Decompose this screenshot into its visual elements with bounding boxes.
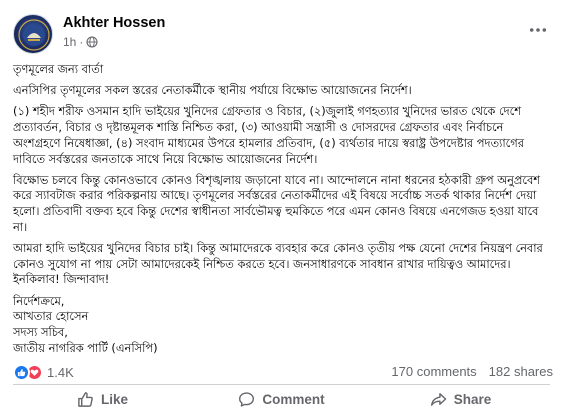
post-stats: 1.4K 170 comments 182 shares xyxy=(13,364,553,382)
avatar[interactable] xyxy=(13,14,53,54)
comments-count[interactable]: 170 comments xyxy=(391,364,476,379)
share-label: Share xyxy=(453,391,492,407)
like-button[interactable]: Like xyxy=(13,386,192,412)
globe-icon xyxy=(86,36,98,48)
comment-label: Comment xyxy=(262,391,325,407)
more-icon[interactable] xyxy=(526,18,550,42)
post-paragraph: তৃণমূলের জন্য বার্তা xyxy=(13,62,104,76)
shares-count[interactable]: 182 shares xyxy=(489,364,553,379)
post-meta: 1h · xyxy=(63,35,98,49)
share-button[interactable]: Share xyxy=(371,386,550,412)
post-card: Akhter Hossen 1h · তৃণমূলের জন্য বার্তা … xyxy=(0,0,563,412)
share-icon xyxy=(430,391,447,408)
signature-line: আখতার হোসেন xyxy=(13,309,89,324)
post-time[interactable]: 1h xyxy=(63,35,76,49)
divider xyxy=(13,384,550,385)
post-paragraph: বিক্ষোভ চলবে কিন্তু কোনওভাবে কোনও বিশৃঙ্… xyxy=(13,172,541,234)
meta-separator: · xyxy=(79,35,84,49)
author-name[interactable]: Akhter Hossen xyxy=(63,15,165,31)
comment-button[interactable]: Comment xyxy=(192,386,371,412)
action-bar: Like Comment Share xyxy=(13,386,550,412)
post-body: তৃণমূলের জন্য বার্তা এনসিপির তৃণমূলের সক… xyxy=(13,62,553,356)
reaction-count: 1.4K xyxy=(47,365,74,380)
signature-line: জাতীয় নাগরিক পার্টি (এনসিপি) xyxy=(13,340,158,355)
post-paragraph: (১) শহীদ শরীফ ওসমান হাদি ভাইয়ের খুনিদের… xyxy=(13,104,524,166)
post-paragraph: আমরা হাদি ভাইয়ের খুনিদের বিচার চাই। কিন… xyxy=(13,241,543,287)
engagement-counts: 170 comments 182 shares xyxy=(391,364,553,379)
thumbs-up-icon xyxy=(77,391,94,408)
reactions-summary[interactable]: 1.4K xyxy=(13,364,74,381)
signature-line: সদস্য সচিব, xyxy=(13,325,68,340)
like-label: Like xyxy=(100,391,128,407)
signature-line: নির্দেশক্রমে, xyxy=(13,293,65,308)
like-icon xyxy=(13,364,30,381)
post-header: Akhter Hossen 1h · xyxy=(13,14,550,54)
comment-icon xyxy=(238,391,255,408)
post-paragraph: এনসিপির তৃণমূলের সকল স্তরের নেতাকর্মীকে … xyxy=(13,83,412,98)
